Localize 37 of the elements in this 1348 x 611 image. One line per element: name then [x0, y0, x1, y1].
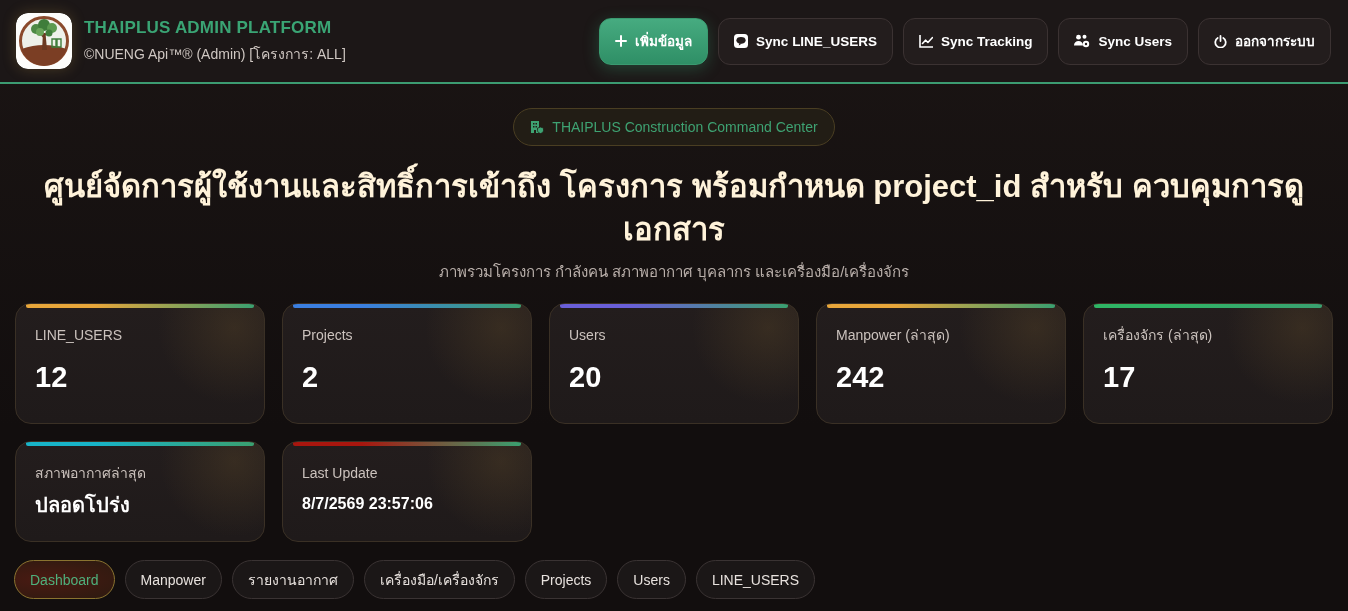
stat-value: 2 — [302, 360, 320, 394]
nav-tab[interactable]: Users — [617, 560, 686, 599]
building-shield-icon — [530, 120, 545, 134]
stat-label: เครื่องจักร (ล่าสุด) — [1103, 325, 1214, 345]
power-icon — [1214, 34, 1227, 48]
nav-tab[interactable]: Projects — [524, 560, 608, 599]
badge-label: THAIPLUS Construction Command Center — [552, 119, 818, 135]
page-headline: ศูนย์จัดการผู้ใช้งานและสิทธิ์การเข้าถึง โครงการ พร้อมกำหนด project_id สำหรับ ควบคุมการดูเอกสาร — [0, 165, 1348, 251]
stat-value: 242 — [836, 360, 886, 394]
stat-label: Manpower (ล่าสุด) — [836, 326, 951, 345]
stat-value: 20 — [569, 360, 603, 394]
nav-tab[interactable]: เครื่องมือ/เครื่องจักร — [363, 560, 515, 599]
stat-label: Last Update — [302, 464, 379, 483]
nav-tab[interactable]: LINE_USERS — [695, 560, 816, 599]
nav-tab[interactable]: รายงานอากาศ — [231, 560, 354, 599]
stat-label: สภาพอากาศล่าสุด — [35, 464, 147, 483]
page-subtitle: ภาพรวมโครงการ กำลังคน สภาพอากาศ บุคลากร และเครื่องมือ/เครื่องจักร — [438, 261, 910, 283]
stat-label: Users — [569, 326, 607, 345]
sync-tracking-button[interactable]: Sync Tracking — [902, 17, 1049, 65]
stat-value: 8/7/2569 23:57:06 — [302, 494, 434, 514]
line-chart-icon — [918, 34, 933, 48]
tree-logo-icon — [16, 13, 72, 69]
users-gear-icon — [1074, 34, 1091, 48]
app-subtitle: ©NUENG Api™® (Admin) [โครงการ: ALL] — [84, 44, 346, 64]
sync-users-button[interactable]: Sync Users — [1058, 17, 1188, 65]
stat-value: 17 — [1103, 360, 1137, 394]
app-title: THAIPLUS ADMIN PLATFORM — [84, 17, 333, 38]
plus-icon — [615, 35, 628, 47]
sync-line-users-button[interactable]: Sync LINE_USERS — [718, 17, 893, 65]
stat-value: 12 — [35, 360, 69, 394]
stat-label: LINE_USERS — [35, 326, 124, 345]
chat-bubble-icon — [734, 34, 749, 48]
nav-tab[interactable]: Manpower — [124, 560, 222, 599]
stat-value: ปลอดโปร่ง — [35, 492, 131, 518]
stat-label: Projects — [302, 326, 354, 345]
nav-tab[interactable]: Dashboard — [14, 560, 115, 599]
logout-button[interactable]: ออกจากระบบ — [1198, 17, 1331, 65]
